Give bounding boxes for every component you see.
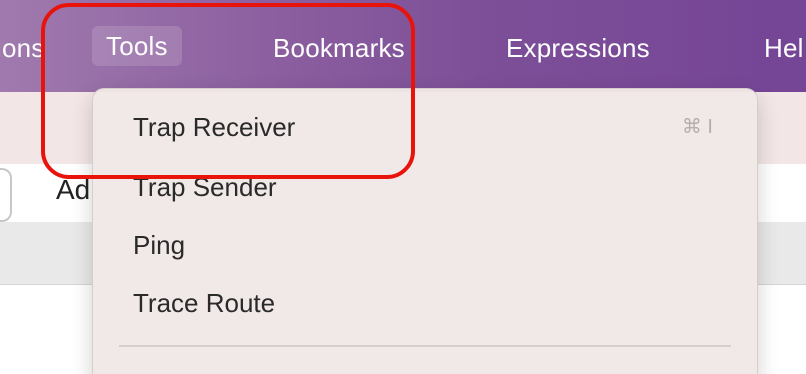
menu-bookmarks[interactable]: Bookmarks: [273, 28, 405, 68]
menu-tools[interactable]: Tools: [92, 26, 182, 66]
screenshot: ions Tools Bookmarks Expressions Hel Ad …: [0, 0, 806, 374]
menu-expressions[interactable]: Expressions: [506, 28, 650, 68]
menu-item-ping[interactable]: Ping: [133, 227, 185, 263]
trap-receiver-shortcut: ⌘ I: [681, 116, 713, 138]
menu-item-trap-receiver[interactable]: Trap Receiver: [133, 109, 295, 145]
menu-item-trace-route[interactable]: Trace Route: [133, 285, 275, 321]
menu-options[interactable]: ions: [0, 28, 45, 68]
address-field[interactable]: [0, 168, 12, 222]
menu-separator: [119, 345, 731, 347]
menu-bar: ions Tools Bookmarks Expressions Hel: [0, 0, 806, 92]
address-label: Ad: [56, 174, 91, 205]
menu-item-trap-sender[interactable]: Trap Sender: [133, 169, 277, 205]
menu-help[interactable]: Hel: [764, 28, 804, 68]
tools-dropdown-menu: Trap Receiver ⌘ I Trap Sender Ping Trace…: [92, 88, 758, 374]
